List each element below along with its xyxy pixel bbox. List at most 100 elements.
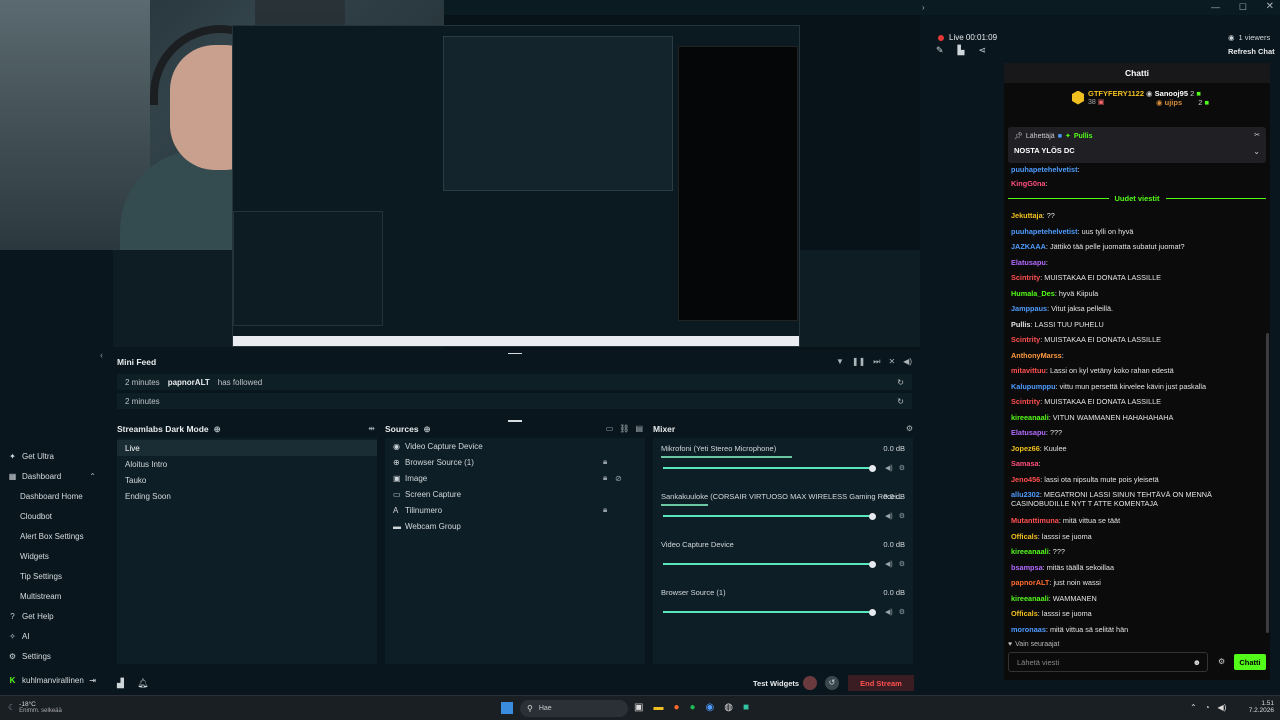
folder-add-icon[interactable]: ▭ bbox=[606, 424, 614, 433]
feed-user[interactable]: papnorALT bbox=[168, 378, 210, 387]
collapse-sidebar-icon[interactable]: ‹ bbox=[100, 350, 103, 360]
edit-icon[interactable]: ✎ bbox=[936, 45, 944, 56]
volume-knob[interactable] bbox=[869, 609, 876, 616]
sidebar-subitem[interactable]: Alert Box Settings bbox=[20, 529, 84, 543]
volume-icon[interactable]: ◀) bbox=[885, 464, 893, 472]
chat-username[interactable]: Mutanttimuna bbox=[1011, 516, 1059, 525]
share-icon[interactable]: ⋖ bbox=[978, 45, 986, 56]
record-button[interactable] bbox=[803, 676, 817, 690]
sidebar-item-get-help[interactable]: ? Get Help bbox=[8, 609, 53, 623]
maximize-icon[interactable]: ☐ bbox=[1239, 2, 1247, 13]
minimize-icon[interactable]: — bbox=[1211, 2, 1220, 12]
scene-item[interactable]: Aloitus Intro bbox=[117, 456, 167, 472]
sidebar-subitem[interactable]: Tip Settings bbox=[20, 569, 62, 583]
chat-scrollbar[interactable] bbox=[1266, 333, 1269, 633]
close-icon[interactable]: ✕ bbox=[1266, 1, 1274, 12]
source-item[interactable]: ▭ Screen Capture bbox=[385, 486, 645, 502]
gear-icon[interactable]: ⚙ bbox=[899, 608, 905, 616]
chat-username[interactable]: Scintrity bbox=[1011, 335, 1040, 344]
chat-username[interactable]: Jamppaus bbox=[1011, 304, 1047, 313]
chat-username[interactable]: kireeanaali bbox=[1011, 413, 1049, 422]
taskbar-search[interactable]: ⚲ Hae bbox=[520, 700, 628, 717]
sidebar-user[interactable]: Kkuhlmanvirallinen ⇥ bbox=[8, 673, 96, 687]
source-item[interactable]: ⊕ Browser Source (1) 🔒︎ bbox=[385, 454, 645, 470]
sidebar-item-ai[interactable]: ✧ AI bbox=[8, 629, 29, 643]
chat-username[interactable]: Humala_Des bbox=[1011, 289, 1055, 298]
logout-icon[interactable]: ⇥ bbox=[89, 676, 96, 685]
send-chat-button[interactable]: Chatti bbox=[1234, 654, 1266, 670]
sidebar-subitem[interactable]: Widgets bbox=[20, 549, 49, 563]
weather-widget[interactable]: ☾ -18°C Enimm. selkeää bbox=[8, 701, 62, 714]
volume-icon[interactable]: ◀) bbox=[903, 357, 912, 367]
chevron-down-icon[interactable]: ⌄ bbox=[1253, 147, 1260, 156]
hidden-icon[interactable]: ⊘ bbox=[615, 474, 622, 483]
firefox-icon[interactable]: ● bbox=[673, 702, 679, 713]
volume-slider[interactable] bbox=[663, 515, 875, 517]
chat-username[interactable]: Officals bbox=[1011, 609, 1038, 618]
chat-username[interactable]: moronaas bbox=[1011, 625, 1046, 634]
chat-username[interactable]: AnthonyMarss bbox=[1011, 351, 1062, 360]
chat-username[interactable]: mitavittuu bbox=[1011, 366, 1046, 375]
chat-username[interactable]: allu2302 bbox=[1011, 490, 1040, 499]
chrome-icon[interactable]: ◉ bbox=[706, 702, 715, 713]
sidebar-subitem[interactable]: Cloudbot bbox=[20, 509, 52, 523]
scene-item-active[interactable]: Live bbox=[117, 440, 377, 456]
chat-username[interactable]: puuhapetehelvetist bbox=[1011, 227, 1078, 236]
scene-transition-icon[interactable]: ⇹ bbox=[368, 424, 375, 433]
volume-knob[interactable] bbox=[869, 465, 876, 472]
chat-username[interactable]: Jeno456 bbox=[1011, 475, 1040, 484]
chat-username[interactable]: bsampsa bbox=[1011, 563, 1043, 572]
link-icon[interactable]: ⛓ bbox=[619, 424, 629, 433]
streamlabs-icon[interactable]: ■ bbox=[743, 702, 749, 713]
unpin-icon[interactable]: ✂ bbox=[1254, 131, 1260, 139]
sidebar-item-settings[interactable]: ⚙ Settings bbox=[8, 649, 51, 663]
scene-item[interactable]: Tauko bbox=[117, 472, 146, 488]
file-explorer-icon[interactable]: ▬ bbox=[653, 702, 663, 713]
volume-knob[interactable] bbox=[869, 561, 876, 568]
volume-knob[interactable] bbox=[869, 513, 876, 520]
gifter-name[interactable]: Sanooj95 bbox=[1155, 89, 1188, 98]
skip-icon[interactable]: ⏭ bbox=[873, 357, 880, 367]
gear-icon[interactable]: ⚙ bbox=[899, 560, 905, 568]
source-item[interactable]: ▬ Webcam Group bbox=[385, 518, 645, 534]
lock-icon[interactable]: 🔒︎ bbox=[603, 457, 607, 467]
scene-collection-title[interactable]: Streamlabs Dark Mode bbox=[117, 424, 209, 434]
chat-username[interactable]: Kalupumppu bbox=[1011, 382, 1056, 391]
mixer-settings-icon[interactable]: ⚙ bbox=[906, 424, 913, 433]
stats-icon[interactable]: ▟ bbox=[117, 678, 124, 689]
lock-icon[interactable]: 🔒︎ bbox=[603, 473, 607, 483]
scene-preview[interactable] bbox=[232, 25, 800, 347]
chat-username[interactable]: Elatusapu bbox=[1011, 258, 1046, 267]
notification-icon[interactable]: 🔔︎ bbox=[137, 678, 148, 689]
steam-icon[interactable]: ◍ bbox=[724, 702, 733, 713]
volume-icon[interactable]: ◀) bbox=[885, 560, 893, 568]
chat-username[interactable]: Scintrity bbox=[1011, 397, 1040, 406]
gifter-name[interactable]: ujips bbox=[1165, 98, 1183, 107]
chat-username[interactable]: papnorALT bbox=[1011, 578, 1049, 587]
add-source-icon[interactable]: ⊕ bbox=[424, 424, 431, 435]
repeat-icon[interactable]: ↻ bbox=[897, 378, 904, 387]
volume-slider[interactable] bbox=[663, 611, 875, 613]
sidebar-subitem[interactable]: Dashboard Home bbox=[20, 489, 83, 503]
spotify-icon[interactable]: ● bbox=[690, 702, 696, 713]
clip-icon[interactable]: ▙ bbox=[958, 45, 965, 56]
chevron-up-icon[interactable]: ⌃ bbox=[1190, 703, 1197, 712]
chat-username[interactable]: kireeanaali bbox=[1011, 547, 1049, 556]
volume-slider[interactable] bbox=[663, 563, 875, 565]
pinned-message[interactable]: 📌︎ Lähettäjä ■ ✦ Pullis NOSTA YLÖS DC ✂ ⌄ bbox=[1008, 127, 1266, 163]
filter-icon[interactable]: ▼ bbox=[836, 357, 844, 367]
chat-username[interactable]: Scintrity bbox=[1011, 273, 1040, 282]
chat-settings-icon[interactable]: ⚙ bbox=[1218, 657, 1225, 666]
chat-input[interactable]: Lähetä viesti ☻ bbox=[1008, 652, 1208, 672]
chat-username[interactable]: Samasa bbox=[1011, 459, 1039, 468]
mute-icon[interactable]: ✕ bbox=[888, 357, 895, 367]
start-icon[interactable] bbox=[501, 702, 513, 714]
chat-username[interactable]: KingG0na bbox=[1011, 179, 1045, 188]
chat-username[interactable]: Jopez66 bbox=[1011, 444, 1040, 453]
gear-icon[interactable]: ⚙ bbox=[899, 512, 905, 520]
test-widgets-button[interactable]: Test Widgets bbox=[753, 679, 799, 688]
chat-username[interactable]: Officals bbox=[1011, 532, 1038, 541]
sidebar-item-dashboard[interactable]: ▦ Dashboard ⌃ bbox=[8, 469, 96, 483]
chat-username[interactable]: puuhapetehelvetist bbox=[1011, 165, 1078, 174]
repeat-icon[interactable]: ↻ bbox=[897, 397, 904, 406]
